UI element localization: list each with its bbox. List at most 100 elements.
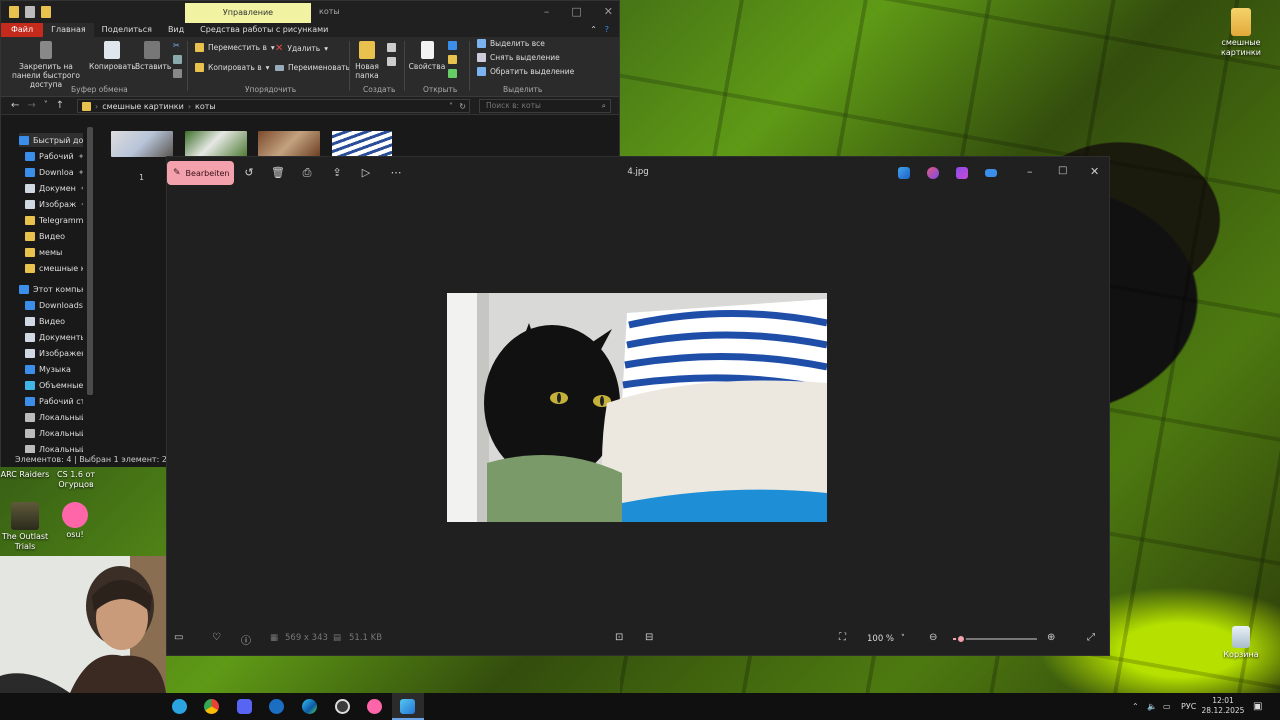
nav-item[interactable]: Быстрый дос <box>19 133 83 147</box>
new-folder-button[interactable]: Новая папка <box>351 41 383 80</box>
menu-share[interactable]: Поделиться <box>94 23 160 37</box>
search-input[interactable]: Поиск в: коты ⌕ <box>479 99 611 113</box>
chevron-up-icon[interactable]: ⌃ <box>1132 693 1139 720</box>
info-icon[interactable]: ⓘ <box>241 632 251 647</box>
cut-icon[interactable]: ✂ <box>173 41 180 50</box>
nav-item[interactable]: Рабочий ст <box>25 394 83 408</box>
chevron-down-icon[interactable]: ˅ <box>449 102 453 111</box>
maximize-icon[interactable]: □ <box>571 1 581 23</box>
maximize-icon[interactable]: □ <box>1058 165 1067 176</box>
breadcrumb-item[interactable]: коты <box>195 102 216 111</box>
zoom-in-icon[interactable]: ⊕ <box>1047 632 1055 643</box>
nav-item[interactable]: Downloa ✦ <box>25 165 83 179</box>
up-arrow-icon[interactable]: ↑ <box>56 100 64 111</box>
fullscreen-icon[interactable]: ⤢ <box>1087 632 1095 643</box>
notifications-icon[interactable]: ▣ <box>1253 693 1262 720</box>
nav-item[interactable]: Видео <box>25 229 83 243</box>
new-folder-icon[interactable] <box>41 6 51 18</box>
desktop-icon-funny-pictures[interactable]: смешные картинки <box>1210 8 1272 58</box>
menu-picture-tools[interactable]: Средства работы с рисунками <box>192 23 336 37</box>
close-icon[interactable]: ✕ <box>1090 165 1099 178</box>
clock[interactable]: 12:01 28.12.2025 <box>1200 696 1246 716</box>
thumbnail-cat-1[interactable] <box>111 131 173 157</box>
copy-button[interactable]: Копировать <box>89 41 136 71</box>
chevron-down-icon[interactable]: ˅ <box>44 100 48 111</box>
chrome-icon[interactable] <box>204 699 219 714</box>
text-recognition-icon[interactable]: ⊟ <box>645 632 653 643</box>
paste-button[interactable]: Вставить <box>135 41 171 71</box>
telegram-icon[interactable] <box>172 699 187 714</box>
onedrive-icon[interactable] <box>985 169 997 177</box>
osu-icon[interactable] <box>367 699 382 714</box>
nav-item[interactable]: Музыка <box>25 362 83 376</box>
tab-manage[interactable]: Управление <box>185 3 311 23</box>
history-icon[interactable] <box>448 69 457 78</box>
edit-icon[interactable] <box>448 55 457 64</box>
rename-button[interactable]: Переименовать <box>275 63 350 72</box>
open-icon[interactable] <box>448 41 457 50</box>
delete-button[interactable]: ✕ Удалить ▾ <box>275 43 328 54</box>
select-all-button[interactable]: Выделить все <box>477 39 545 48</box>
nav-scrollbar[interactable] <box>87 127 93 395</box>
obs-icon[interactable] <box>335 699 350 714</box>
clipchamp-icon[interactable] <box>956 167 968 179</box>
desktop-icon-cs16[interactable]: CS 1.6 от Огурцов <box>45 470 107 490</box>
paste-shortcut-icon[interactable] <box>173 69 182 78</box>
zoom-slider[interactable] <box>953 634 1037 644</box>
photos-app-taskbar-button[interactable] <box>392 693 424 720</box>
properties-button[interactable]: Свойства <box>407 41 447 71</box>
pin-quick-access-button[interactable]: Закрепить на панели быстрого доступа <box>7 41 85 89</box>
select-none-button[interactable]: Снять выделение <box>477 53 560 62</box>
invert-selection-button[interactable]: Обратить выделение <box>477 67 574 76</box>
thumbnail-cat-2[interactable] <box>185 131 247 157</box>
volume-icon[interactable]: 🔈 <box>1147 693 1157 720</box>
nav-item[interactable]: Видео <box>25 314 83 328</box>
zoom-level-dropdown[interactable]: 100 % ˅ <box>861 630 911 648</box>
menu-view[interactable]: Вид <box>160 23 192 37</box>
minimize-icon[interactable]: – <box>544 1 550 23</box>
move-to-button[interactable]: Переместить в ▾ <box>195 43 275 52</box>
new-item-icon[interactable] <box>387 43 396 52</box>
favorite-heart-icon[interactable]: ♡ <box>212 632 221 643</box>
copy-path-icon[interactable] <box>173 55 182 64</box>
easy-access-icon[interactable] <box>387 57 396 66</box>
minimize-icon[interactable]: – <box>1027 165 1033 178</box>
thumbnail-cat-3[interactable] <box>258 131 320 157</box>
nav-item[interactable]: мемы <box>25 245 83 259</box>
nav-item[interactable]: Telegramm <box>25 213 83 227</box>
thumbnail-cat-4[interactable] <box>332 131 392 157</box>
nav-item[interactable]: Объемные <box>25 378 83 392</box>
close-icon[interactable]: ✕ <box>604 1 613 23</box>
designer-icon[interactable] <box>898 167 910 179</box>
zoom-slider-knob[interactable] <box>956 634 967 644</box>
edge-icon[interactable] <box>302 699 317 714</box>
nav-item[interactable]: Локальный <box>25 410 83 424</box>
folder-icon[interactable] <box>9 6 19 18</box>
nav-item[interactable]: Документы <box>25 330 83 344</box>
nav-item[interactable]: Изображен <box>25 346 83 360</box>
filmstrip-icon[interactable]: ▭ <box>174 632 183 643</box>
nav-item[interactable]: Локальный <box>25 426 83 440</box>
fit-to-window-icon[interactable]: ⛶ <box>839 632 846 643</box>
discord-icon[interactable] <box>237 699 252 714</box>
menu-file[interactable]: Файл <box>1 23 44 37</box>
breadcrumb[interactable]: › смешные картинки › коты ˅ ↻ <box>77 99 470 113</box>
menu-home[interactable]: Главная <box>43 23 94 37</box>
copilot-icon[interactable] <box>927 167 939 179</box>
nav-item[interactable]: Этот компью <box>19 282 83 296</box>
nav-item[interactable]: Рабочий ✦ <box>25 149 83 163</box>
properties-icon[interactable] <box>25 6 35 18</box>
steam-icon[interactable] <box>269 699 284 714</box>
desktop-icon-osu[interactable]: osu! <box>44 502 106 540</box>
help-icon[interactable]: ? <box>597 23 617 37</box>
nav-item[interactable]: Изображ✦ <box>25 197 83 211</box>
network-icon[interactable]: ▭ <box>1163 693 1171 720</box>
desktop-icon-recycle-bin[interactable]: Корзина <box>1210 626 1272 660</box>
photo-canvas[interactable] <box>447 293 827 522</box>
visual-search-icon[interactable]: ⊡ <box>615 632 623 643</box>
zoom-out-icon[interactable]: ⊖ <box>929 632 937 643</box>
back-arrow-icon[interactable]: ← <box>11 100 19 111</box>
nav-item[interactable]: смешные к <box>25 261 83 275</box>
language-indicator[interactable]: РУС <box>1181 693 1196 720</box>
refresh-icon[interactable]: ↻ <box>459 102 466 111</box>
